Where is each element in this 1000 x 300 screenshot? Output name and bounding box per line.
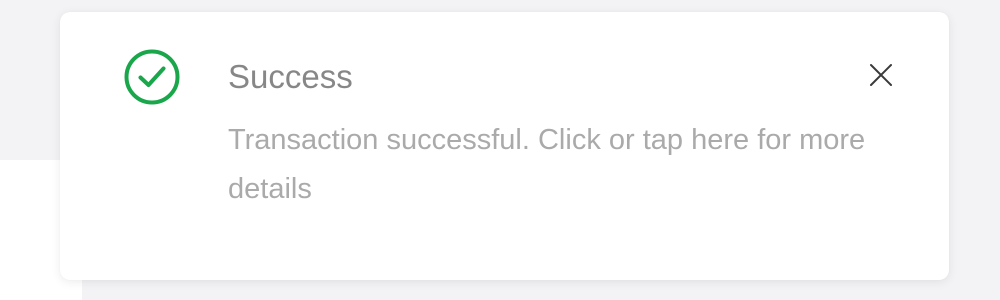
toast-message[interactable]: Transaction successful. Click or tap her… <box>228 116 908 214</box>
toast-title: Success <box>228 58 353 95</box>
close-icon <box>869 63 893 92</box>
app-viewport: Success Transaction successful. Click or… <box>0 0 1000 300</box>
close-button[interactable] <box>861 57 901 97</box>
background-strip <box>82 282 1000 300</box>
check-circle-icon <box>124 49 180 105</box>
success-toast[interactable]: Success Transaction successful. Click or… <box>60 12 949 280</box>
